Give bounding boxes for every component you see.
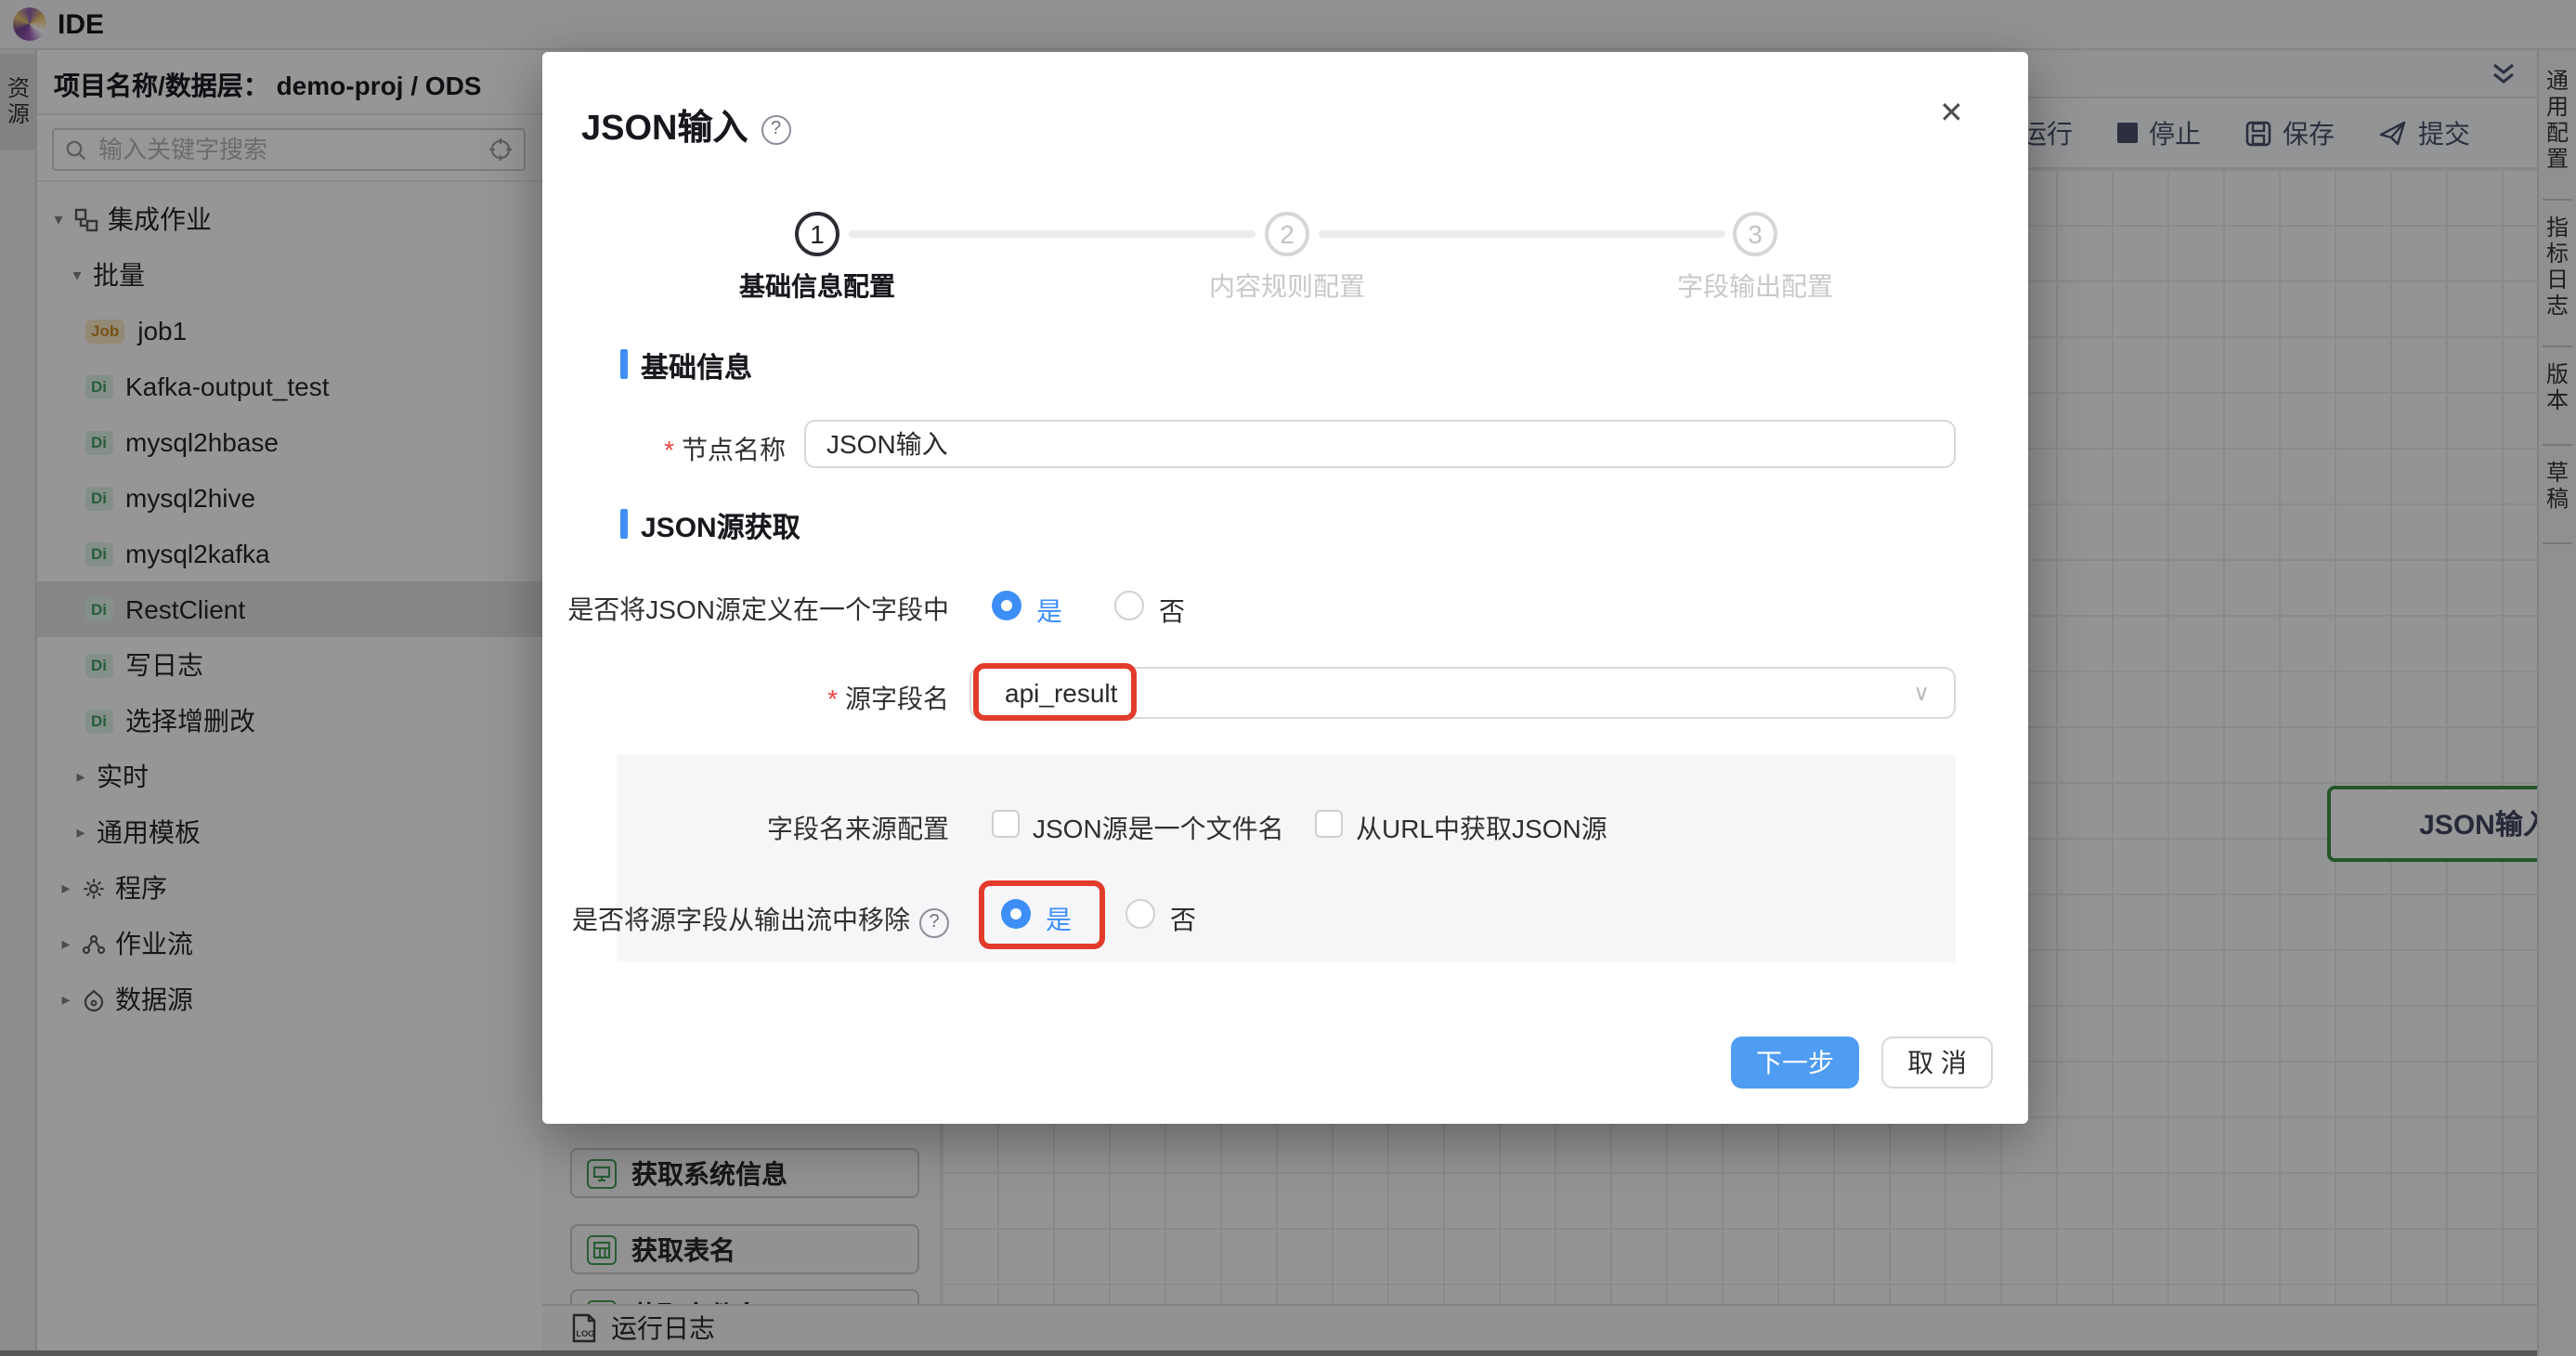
section-basic-title: 基础信息	[641, 347, 752, 386]
json-input-dialog: JSON输入? ✕ 1 2 3 基础信息配置 内容规则配置 字段输出配置 基础信…	[542, 52, 2028, 1124]
checkbox-json-from-url-label[interactable]: 从URL中获取JSON源	[1356, 810, 1607, 847]
remove-source-radio-no[interactable]	[1125, 899, 1155, 929]
step-connector	[1319, 230, 1725, 238]
define-in-field-radio-yes[interactable]	[992, 591, 1021, 620]
dialog-title-text: JSON输入	[581, 110, 748, 149]
cancel-button[interactable]: 取 消	[1881, 1037, 1993, 1089]
section-accent-bar	[620, 509, 628, 539]
close-icon[interactable]: ✕	[1939, 95, 1964, 132]
chevron-down-icon[interactable]: ∨	[1913, 680, 1930, 706]
remove-source-no-label[interactable]: 否	[1170, 901, 1196, 938]
help-icon[interactable]: ?	[919, 908, 949, 938]
define-in-field-label: 是否将JSON源定义在一个字段中	[567, 591, 949, 628]
step-1-circle[interactable]: 1	[795, 212, 839, 256]
step-connector	[849, 230, 1255, 238]
section-accent-bar	[620, 349, 628, 379]
annotation-box-remove-source	[979, 880, 1105, 949]
checkbox-json-is-filename[interactable]	[992, 810, 1020, 838]
checkbox-json-is-filename-label[interactable]: JSON源是一个文件名	[1033, 810, 1284, 847]
required-asterisk: *	[827, 684, 838, 713]
source-field-label: *源字段名	[827, 680, 949, 717]
section-source-title: JSON源获取	[641, 507, 800, 546]
required-asterisk: *	[664, 435, 674, 464]
next-step-button[interactable]: 下一步	[1731, 1037, 1859, 1089]
node-name-input[interactable]: JSON输入	[804, 420, 1956, 468]
step-3-label: 字段输出配置	[1616, 267, 1894, 305]
step-2-label: 内容规则配置	[1148, 267, 1426, 305]
remove-source-label: 是否将源字段从输出流中移除?	[572, 901, 949, 938]
app-root: IDE 资源 项目名称/数据层： demo-proj / ODS	[0, 0, 2576, 1356]
node-name-value: JSON输入	[826, 425, 948, 463]
checkbox-json-from-url[interactable]	[1315, 810, 1343, 838]
help-icon[interactable]: ?	[761, 115, 791, 145]
step-3-circle[interactable]: 3	[1733, 212, 1777, 256]
annotation-box-source-field	[973, 663, 1137, 721]
node-name-label: *节点名称	[664, 431, 786, 468]
define-in-field-radio-no[interactable]	[1114, 591, 1144, 620]
define-in-field-yes-label[interactable]: 是	[1036, 593, 1062, 630]
field-source-label: 字段名来源配置	[767, 810, 949, 847]
step-1-label: 基础信息配置	[678, 267, 956, 305]
define-in-field-no-label[interactable]: 否	[1159, 593, 1185, 630]
step-2-circle[interactable]: 2	[1265, 212, 1309, 256]
dialog-title: JSON输入?	[581, 100, 791, 150]
